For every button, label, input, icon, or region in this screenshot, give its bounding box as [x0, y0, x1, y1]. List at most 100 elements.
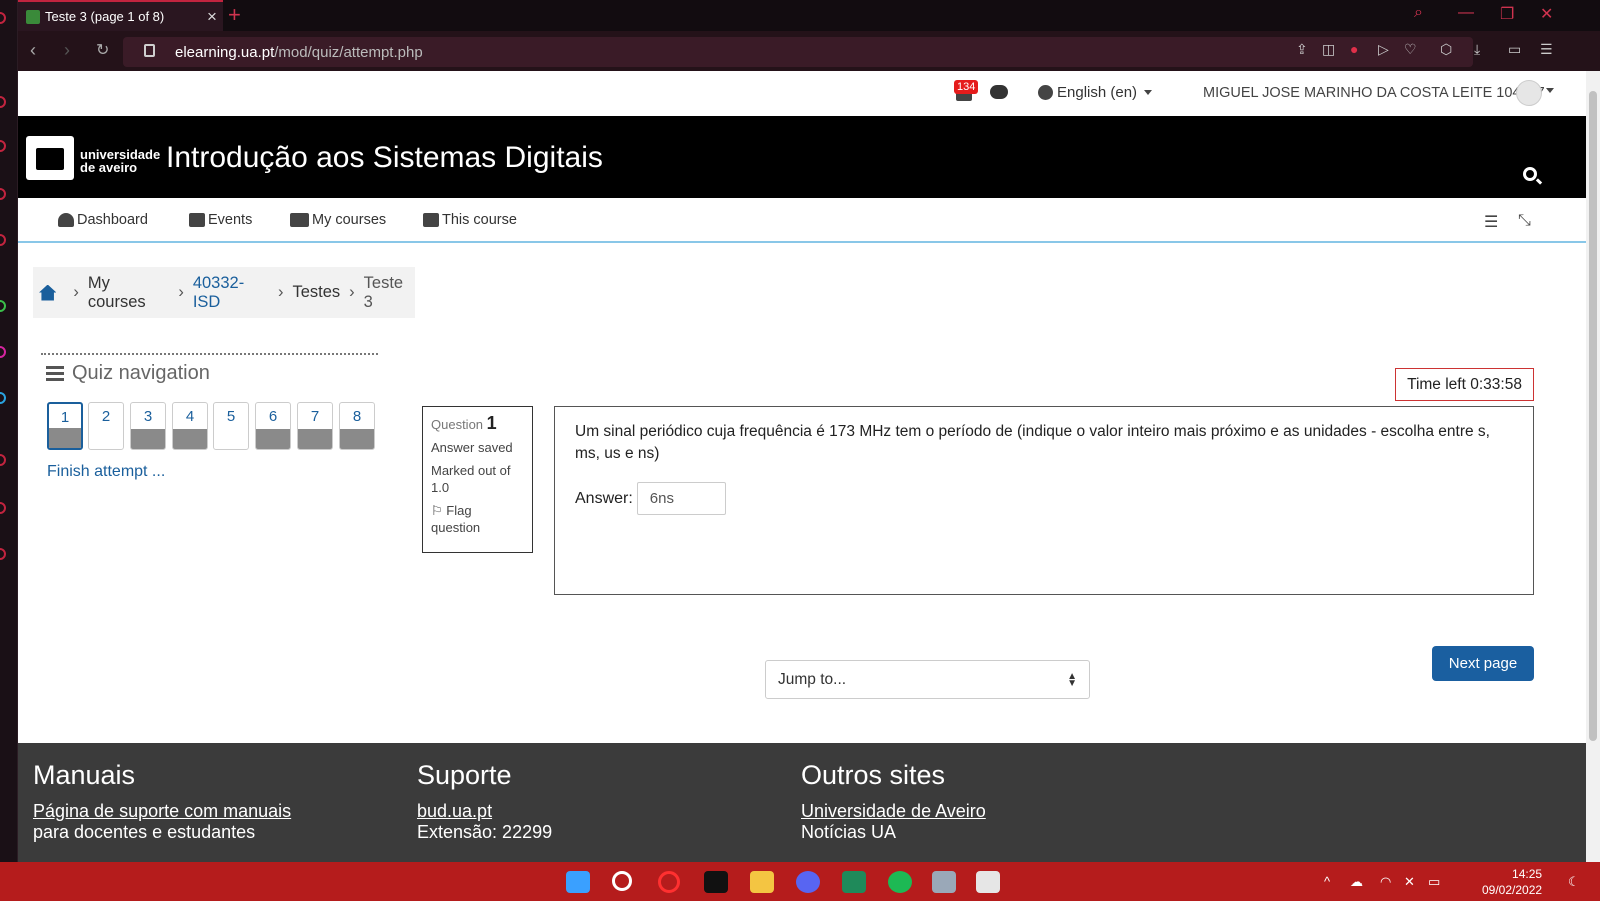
avatar[interactable] — [1516, 80, 1542, 106]
quiz-nav-question-button[interactable]: 1 — [47, 402, 83, 450]
question-number: 1 — [486, 413, 497, 433]
close-tab-icon[interactable]: × — [201, 7, 223, 27]
heart-icon[interactable]: ♡ — [1404, 41, 1417, 58]
windows-start-icon[interactable] — [566, 871, 590, 893]
search-icon[interactable] — [1523, 167, 1537, 181]
tray-chevron-icon[interactable]: ^ — [1324, 874, 1330, 889]
sidebar-app-icon[interactable] — [0, 502, 6, 514]
sidebar-app-icon[interactable] — [0, 234, 6, 246]
logo-line-2: de aveiro — [80, 160, 138, 175]
forward-icon[interactable]: › — [64, 40, 70, 61]
browser-tab[interactable]: Teste 3 (page 1 of 8) × — [18, 0, 223, 31]
sidebar-app-icon[interactable] — [0, 96, 6, 108]
toggle-drawer-icon[interactable]: ☰ — [1484, 212, 1498, 232]
page-scrollbar[interactable] — [1586, 71, 1600, 862]
sidebar-app-icon[interactable] — [0, 188, 6, 200]
spotify-icon[interactable] — [888, 871, 912, 893]
camera-icon[interactable]: ◫ — [1322, 41, 1335, 58]
breadcrumb-my-courses[interactable]: My courses — [88, 274, 169, 312]
sidebar-app-icon[interactable] — [0, 140, 6, 152]
quiz-nav-question-button[interactable]: 8 — [339, 402, 375, 450]
breadcrumb-course[interactable]: 40332-ISD — [193, 274, 269, 312]
messenger-icon[interactable] — [0, 392, 6, 404]
quiz-nav-question-button[interactable]: 7 — [297, 402, 333, 450]
footer-text: para docentes e estudantes — [33, 822, 256, 842]
search-tabs-icon[interactable]: ⌕ — [1414, 4, 1423, 22]
breadcrumb-separator: › — [349, 283, 355, 301]
user-name[interactable]: MIGUEL JOSE MARINHO DA COSTA LEITE 10443… — [1203, 85, 1545, 101]
nav-events[interactable]: Events — [189, 212, 252, 228]
flag-question-button[interactable]: ⚐ Flag question — [431, 502, 524, 536]
easy-setup-icon[interactable]: ☰ — [1540, 41, 1553, 58]
question-number: 2 — [101, 408, 111, 425]
quiz-nav-question-button[interactable]: 2 — [88, 402, 124, 450]
footer-link[interactable]: bud.ua.pt — [417, 801, 552, 822]
language-menu[interactable]: English (en) — [1038, 84, 1153, 101]
next-page-button[interactable]: Next page — [1432, 646, 1534, 681]
search-icon[interactable] — [612, 871, 632, 891]
instagram-icon[interactable] — [0, 346, 6, 358]
ua-logo-icon[interactable] — [26, 136, 74, 180]
new-tab-button[interactable]: + — [228, 2, 241, 28]
footer-text: Extensão: 22299 — [417, 822, 553, 842]
notification-center-icon[interactable]: ☾ — [1568, 874, 1580, 890]
globe-icon — [1038, 85, 1053, 100]
sidebar-app-icon[interactable] — [0, 548, 6, 560]
volume-muted-icon[interactable]: ✕ — [1404, 874, 1415, 890]
adblock-icon[interactable]: ● — [1350, 41, 1358, 57]
minimize-button[interactable]: — — [1458, 4, 1474, 22]
close-window-button[interactable]: ✕ — [1540, 4, 1553, 24]
scrollbar-thumb[interactable] — [1589, 91, 1597, 741]
send-icon[interactable]: ▷ — [1378, 41, 1389, 58]
quiz-nav-question-button[interactable]: 3 — [130, 402, 166, 450]
restore-button[interactable]: ❐ — [1500, 4, 1514, 24]
system-clock[interactable]: 14:25 09/02/2022 — [1482, 866, 1542, 898]
home-icon[interactable] — [39, 284, 57, 301]
battery-icon[interactable]: ▭ — [1428, 874, 1440, 890]
file-explorer-icon[interactable] — [750, 871, 774, 893]
quiz-nav-question-button[interactable]: 4 — [172, 402, 208, 450]
discord-icon[interactable] — [796, 871, 820, 893]
url-host: elearning.ua.pt — [175, 43, 275, 61]
breadcrumb-current: Teste 3 — [363, 273, 404, 311]
wifi-icon[interactable]: ◠ — [1380, 874, 1391, 890]
netflix-icon[interactable] — [704, 871, 728, 893]
download-icon[interactable]: ⤓ — [1474, 41, 1480, 58]
question-number: 3 — [143, 408, 153, 425]
extensions-icon[interactable]: ⬡ — [1440, 41, 1452, 58]
share-icon[interactable]: ⇪ — [1296, 41, 1308, 58]
footer-link[interactable]: Universidade de Aveiro — [801, 801, 986, 822]
tab-strip: Teste 3 (page 1 of 8) × + ⌕ — ❐ ✕ — [18, 0, 1600, 31]
footer-link[interactable]: Página de suporte com manuais — [33, 801, 291, 822]
finish-attempt-link[interactable]: Finish attempt ... — [47, 463, 165, 481]
calculator-icon[interactable] — [932, 871, 956, 893]
breadcrumb-testes[interactable]: Testes — [292, 283, 340, 302]
back-icon[interactable]: ‹ — [30, 40, 36, 61]
nav-this-course[interactable]: This course — [423, 212, 517, 228]
nav-events-label: Events — [208, 212, 253, 228]
notifications-button[interactable]: 134 — [954, 80, 979, 101]
answer-input[interactable] — [636, 482, 726, 515]
messages-icon[interactable] — [990, 85, 1008, 99]
quiz-nav-question-button[interactable]: 5 — [213, 402, 249, 450]
battery-saver-icon[interactable]: ▭ — [1508, 41, 1521, 58]
snipping-tool-icon[interactable] — [976, 871, 1000, 893]
whatsapp-icon[interactable] — [0, 300, 6, 312]
navigation-bar: ‹ › ↻ elearning.ua.pt/mod/quiz/attempt.p… — [18, 31, 1600, 71]
clion-icon[interactable] — [842, 871, 866, 893]
nav-my-courses[interactable]: My courses — [290, 212, 386, 228]
sidebar-app-icon[interactable] — [0, 454, 6, 466]
quiz-nav-question-button[interactable]: 6 — [255, 402, 291, 450]
chevron-down-icon[interactable] — [1546, 88, 1554, 93]
taskbar: ^ ☁ ◠ ✕ ▭ 14:25 09/02/2022 ☾ — [0, 862, 1600, 901]
course-title[interactable]: Introdução aos Sistemas Digitais — [166, 141, 603, 175]
address-bar[interactable]: elearning.ua.pt/mod/quiz/attempt.php — [123, 37, 1473, 67]
opera-icon[interactable] — [0, 12, 6, 24]
opera-icon[interactable] — [658, 871, 680, 893]
reload-icon[interactable]: ↻ — [96, 40, 109, 60]
jump-to-select[interactable]: Jump to... ▲ ▼ — [765, 660, 1090, 699]
onedrive-icon[interactable]: ☁ — [1350, 874, 1363, 890]
nav-dashboard[interactable]: Dashboard — [58, 212, 148, 228]
collapse-fullscreen-icon[interactable]: ⤡ — [1518, 212, 1531, 230]
menu-icon — [46, 366, 64, 381]
